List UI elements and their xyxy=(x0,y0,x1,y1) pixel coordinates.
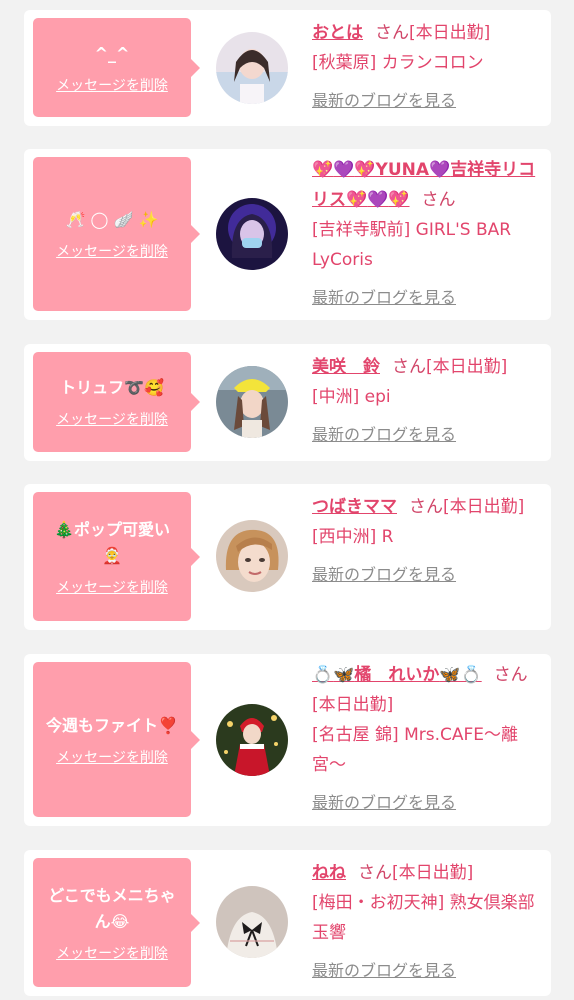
purple-heart-icon: 💜 xyxy=(333,160,355,180)
christmas-tree-icon: 🎄 xyxy=(54,519,74,539)
cast-info: 美咲 鈴さん[本日出勤] [中洲] epi 最新のブログを見る xyxy=(312,352,540,450)
message-card: トリュフ➰🥰 メッセージを削除 美咲 鈴さん[本日出勤] [中洲] epi 最新… xyxy=(24,344,551,461)
sparkle-heart-icon: 💖 xyxy=(312,160,334,180)
cast-info: 💖💜💖YUNA💜吉祥寺リコリス💖💜💖 さん [吉祥寺駅前] GIRL'S BAR … xyxy=(312,155,540,313)
status-badge: [本日出勤] xyxy=(443,497,525,517)
cast-info: おとは さん[本日出勤] [秋葉原] カランコロン 最新のブログを見る xyxy=(312,18,540,116)
emoji-icon: 🤶 xyxy=(102,545,122,565)
shop-label: [吉祥寺駅前] GIRL'S BAR LyCoris xyxy=(312,220,512,270)
shop-label: [秋葉原] カランコロン xyxy=(312,53,484,73)
message-text: 今週もファイト❣️ xyxy=(46,715,178,735)
sparkle-heart-icon: 💖 xyxy=(346,190,368,210)
cast-info: つばきママ さん[本日出勤] [西中洲] R 最新のブログを見る xyxy=(312,492,540,590)
cast-name-link[interactable]: 💍🦋橘 れいか🦋💍 xyxy=(312,665,482,685)
avatar[interactable] xyxy=(216,886,288,958)
sparkle-heart-icon: 💖 xyxy=(388,190,410,210)
avatar[interactable] xyxy=(216,704,288,776)
honorific: さん xyxy=(358,863,392,883)
message-bubble: 今週もファイト❣️ メッセージを削除 xyxy=(33,662,200,817)
honorific: さん xyxy=(421,190,456,210)
delete-message-link[interactable]: メッセージを削除 xyxy=(56,943,168,963)
ring-icon: 💍 xyxy=(460,665,482,685)
laughing-emoji-icon: 😂 xyxy=(110,911,130,931)
avatar[interactable] xyxy=(216,32,288,104)
message-text: 🎄ポップ可愛い 🤶 xyxy=(54,519,170,565)
cast-info: ねね さん[本日出勤] [梅田・お初天神] 熟女倶楽部 玉響 最新のブログを見る xyxy=(312,858,540,986)
delete-message-link[interactable]: メッセージを削除 xyxy=(56,577,168,597)
delete-message-link[interactable]: メッセージを削除 xyxy=(56,747,168,767)
message-card: 🥂 ◯ 🪽 ✨ メッセージを削除 💖💜💖YUNA💜吉祥寺リコリス💖💜💖 さん [吉… xyxy=(24,149,551,320)
status-badge: [本日出勤] xyxy=(426,357,508,377)
message-bubble: どこでもメニちゃん😂 メッセージを削除 xyxy=(33,858,200,987)
message-card: 🎄ポップ可愛い 🤶 メッセージを削除 つばきママ さん[本日出勤] [西中洲] R … xyxy=(24,484,551,630)
ring-icon: 💍 xyxy=(312,665,334,685)
delete-message-link[interactable]: メッセージを削除 xyxy=(56,75,168,95)
latest-blog-link[interactable]: 最新のブログを見る xyxy=(312,961,456,980)
message-text: 🥂 ◯ 🪽 ✨ xyxy=(65,210,159,229)
latest-blog-link[interactable]: 最新のブログを見る xyxy=(312,91,456,110)
cast-info: 💍🦋橘 れいか🦋💍 さん[本日出勤] [名古屋 錦] Mrs.CAFE〜離宮〜 最… xyxy=(312,660,540,818)
message-bubble: 🎄ポップ可愛い 🤶 メッセージを削除 xyxy=(33,492,200,621)
honorific: さん xyxy=(375,23,409,43)
latest-blog-link[interactable]: 最新のブログを見る xyxy=(312,565,456,584)
emoji-icon: ➰🥰 xyxy=(124,378,164,397)
purple-heart-icon: 💜 xyxy=(429,160,451,180)
sparkle-heart-icon: 💖 xyxy=(354,160,376,180)
message-bubble: トリュフ➰🥰 メッセージを削除 xyxy=(33,352,200,452)
cast-name-link[interactable]: つばきママ xyxy=(312,497,397,517)
delete-message-link[interactable]: メッセージを削除 xyxy=(56,241,168,261)
message-card: どこでもメニちゃん😂 メッセージを削除 ねね さん[本日出勤] [梅田・お初天神]… xyxy=(24,850,551,996)
shop-label: [中洲] epi xyxy=(312,387,391,407)
message-bubble: 🥂 ◯ 🪽 ✨ メッセージを削除 xyxy=(33,157,200,311)
shop-label: [梅田・お初天神] 熟女倶楽部 玉響 xyxy=(312,893,535,943)
status-badge: [本日出勤] xyxy=(312,695,394,715)
message-text: ^_^ xyxy=(94,43,130,63)
heart-exclamation-icon: ❣️ xyxy=(158,715,178,735)
message-text: どこでもメニちゃん😂 xyxy=(48,885,176,931)
cast-name-link[interactable]: おとは xyxy=(312,23,363,43)
shop-label: [名古屋 錦] Mrs.CAFE〜離宮〜 xyxy=(312,725,519,775)
latest-blog-link[interactable]: 最新のブログを見る xyxy=(312,288,456,307)
status-badge: [本日出勤] xyxy=(392,863,474,883)
cast-name-link[interactable]: ねね xyxy=(312,863,346,883)
honorific: さん xyxy=(392,357,426,377)
message-card: 今週もファイト❣️ メッセージを削除 💍🦋橘 れいか🦋💍 さん[本日出勤] [名古… xyxy=(24,654,551,826)
cast-name-link[interactable]: 美咲 鈴 xyxy=(312,357,380,377)
status-badge: [本日出勤] xyxy=(409,23,491,43)
shop-label: [西中洲] R xyxy=(312,527,394,547)
avatar[interactable] xyxy=(216,366,288,438)
latest-blog-link[interactable]: 最新のブログを見る xyxy=(312,425,456,444)
cast-name-text: YUNA xyxy=(375,160,430,180)
avatar[interactable] xyxy=(216,520,288,592)
avatar[interactable] xyxy=(216,198,288,270)
butterfly-icon: 🦋 xyxy=(439,665,461,685)
honorific: さん xyxy=(493,665,528,685)
cast-name-text: 橘 れいか xyxy=(354,665,440,685)
latest-blog-link[interactable]: 最新のブログを見る xyxy=(312,793,456,812)
purple-heart-icon: 💜 xyxy=(367,190,389,210)
delete-message-link[interactable]: メッセージを削除 xyxy=(56,409,168,429)
honorific: さん xyxy=(409,497,443,517)
message-text: トリュフ➰🥰 xyxy=(60,378,164,397)
message-bubble: ^_^ メッセージを削除 xyxy=(33,18,200,117)
butterfly-icon: 🦋 xyxy=(333,665,355,685)
message-card: ^_^ メッセージを削除 おとは さん[本日出勤] [秋葉原] カランコロン 最新… xyxy=(24,10,551,126)
